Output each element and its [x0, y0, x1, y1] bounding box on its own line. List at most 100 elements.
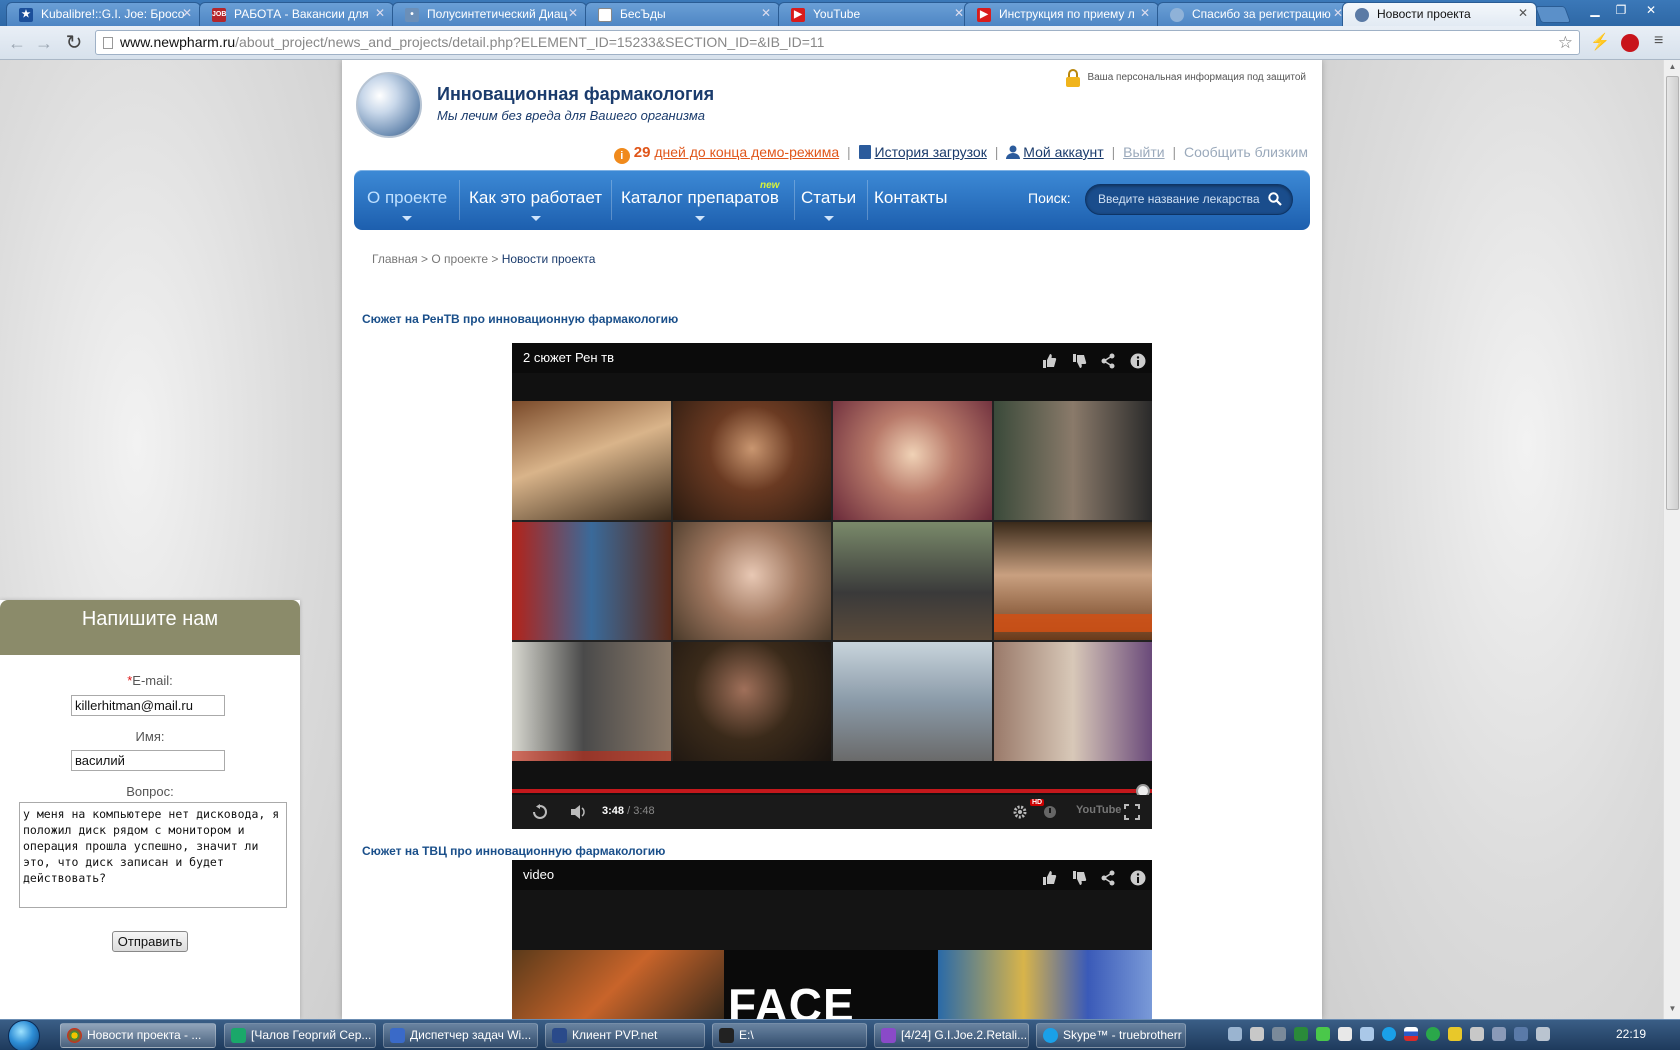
- nav-item-about[interactable]: О проекте: [367, 188, 447, 221]
- browser-tab[interactable]: БесЪды ✕: [585, 2, 780, 26]
- video-thumbnail[interactable]: [672, 521, 831, 641]
- lightning-extension-icon[interactable]: ⚡: [1590, 32, 1610, 52]
- name-field[interactable]: василий: [71, 750, 225, 771]
- youtube-logo-icon[interactable]: YouTube: [1076, 804, 1121, 816]
- video-thumbnail[interactable]: [672, 401, 831, 520]
- download-history-link[interactable]: История загрузок: [875, 144, 987, 160]
- player-title[interactable]: 2 сюжет Рен тв: [523, 350, 614, 365]
- close-tab-icon[interactable]: ✕: [568, 6, 578, 20]
- taskbar-item[interactable]: E:\: [712, 1023, 867, 1048]
- thumbs-up-icon[interactable]: [1041, 867, 1057, 885]
- annotations-icon[interactable]: [1042, 804, 1058, 820]
- email-field[interactable]: killerhitman@mail.ru: [71, 695, 225, 716]
- player-title[interactable]: video: [523, 867, 554, 882]
- video-thumbnail[interactable]: [993, 521, 1152, 641]
- info-icon[interactable]: [1130, 350, 1146, 369]
- video-thumbnail[interactable]: [512, 401, 671, 520]
- scroll-up-icon[interactable]: ▲: [1667, 62, 1678, 71]
- scroll-down-icon[interactable]: ▼: [1667, 1004, 1678, 1013]
- scrollbar-thumb[interactable]: [1666, 76, 1679, 510]
- antivirus-icon[interactable]: [1294, 1027, 1308, 1041]
- forward-arrow-icon[interactable]: →: [33, 32, 55, 54]
- thumbs-up-icon[interactable]: [1041, 350, 1057, 368]
- page-scrollbar[interactable]: ▲ ▼: [1663, 60, 1680, 1019]
- close-tab-icon[interactable]: ✕: [1518, 6, 1528, 20]
- fullscreen-icon[interactable]: [1124, 804, 1140, 820]
- video-player[interactable]: video FACE: [512, 860, 1152, 1019]
- close-window-icon[interactable]: ✕: [1640, 2, 1662, 20]
- close-tab-icon[interactable]: ✕: [954, 6, 964, 20]
- nav-item-contacts[interactable]: Контакты: [874, 188, 947, 208]
- close-tab-icon[interactable]: ✕: [375, 6, 385, 20]
- nav-item-articles[interactable]: Статьи: [801, 188, 856, 221]
- close-tab-icon[interactable]: ✕: [761, 6, 771, 20]
- share-icon[interactable]: [1100, 867, 1116, 886]
- taskbar-clock[interactable]: 22:19: [1616, 1027, 1646, 1041]
- my-account-link[interactable]: Мой аккаунт: [1023, 144, 1103, 160]
- language-flag-icon[interactable]: [1404, 1027, 1418, 1041]
- eye-icon[interactable]: [1470, 1027, 1484, 1041]
- info-icon[interactable]: [1130, 867, 1146, 886]
- taskbar-item[interactable]: Диспетчер задач Wi...: [383, 1023, 538, 1048]
- site-logo-globe-icon[interactable]: [356, 72, 422, 138]
- back-arrow-icon[interactable]: ←: [6, 32, 28, 54]
- tool-icon[interactable]: [1250, 1027, 1264, 1041]
- taskbar-item[interactable]: Клиент PVP.net: [545, 1023, 705, 1048]
- video-thumbnail[interactable]: [993, 401, 1152, 520]
- taskbar-item[interactable]: Skype™ - truebrotherr: [1036, 1023, 1186, 1048]
- video-thumbnail[interactable]: [938, 950, 1152, 1019]
- arrow-tray-icon[interactable]: [1492, 1027, 1506, 1041]
- address-bar[interactable]: www.newpharm.ru/about_project/news_and_p…: [95, 30, 1580, 55]
- video-thumbnail[interactable]: FACE: [724, 950, 938, 1019]
- show-hidden-icon[interactable]: [1536, 1027, 1550, 1041]
- video-progress-bar[interactable]: [512, 784, 1152, 798]
- restore-icon[interactable]: ❐: [1610, 2, 1632, 20]
- video-thumbnail[interactable]: [833, 521, 992, 641]
- replay-icon[interactable]: [532, 804, 548, 820]
- thumbs-down-icon[interactable]: [1071, 350, 1087, 368]
- volume-tray-icon[interactable]: [1338, 1027, 1352, 1041]
- app-tray-icon[interactable]: [1514, 1027, 1528, 1041]
- browser-tab[interactable]: ▶ Инструкция по приему л ✕: [964, 2, 1159, 26]
- logout-link[interactable]: Выйти: [1123, 144, 1164, 160]
- close-tab-icon[interactable]: ✕: [1140, 6, 1150, 20]
- video-thumbnail[interactable]: [512, 642, 671, 761]
- browser-tab[interactable]: • Полусинтетический Диац ✕: [392, 2, 587, 26]
- minimize-icon[interactable]: ▁: [1584, 2, 1606, 20]
- demo-mode-link[interactable]: дней до конца демо-режима: [654, 144, 839, 160]
- close-tab-icon[interactable]: ✕: [182, 6, 192, 20]
- network-icon[interactable]: [1360, 1027, 1374, 1041]
- search-icon[interactable]: [1268, 192, 1282, 206]
- volume-icon[interactable]: [570, 804, 586, 820]
- video-thumbnail[interactable]: [512, 950, 724, 1019]
- bookmark-star-icon[interactable]: ☆: [1558, 31, 1573, 54]
- status-icon[interactable]: [1426, 1027, 1440, 1041]
- browser-tab[interactable]: Спасибо за регистрацию ✕: [1157, 2, 1352, 26]
- start-button[interactable]: [8, 1020, 40, 1050]
- utorrent-icon[interactable]: [1316, 1027, 1330, 1041]
- tell-friends-link[interactable]: Сообщить близким: [1184, 144, 1308, 160]
- site-title[interactable]: Инновационная фармакология: [437, 84, 714, 105]
- video-player[interactable]: 2 сюжет Рен тв 3:48 / 3:48 HD YouTube: [512, 343, 1152, 829]
- browser-tab[interactable]: ▶ YouTube ✕: [778, 2, 973, 26]
- settings-gear-icon[interactable]: [1012, 804, 1028, 820]
- browser-tab[interactable]: JOB РАБОТА - Вакансии для ✕: [199, 2, 394, 26]
- video-thumbnail[interactable]: [833, 401, 992, 520]
- skype-tray-icon[interactable]: [1382, 1027, 1396, 1041]
- taskbar-item[interactable]: Новости проекта - ...: [60, 1023, 216, 1048]
- adblock-extension-icon[interactable]: [1621, 34, 1639, 52]
- nav-item-catalog[interactable]: Каталог препаратов: [621, 188, 779, 221]
- video-thumbnail[interactable]: [672, 642, 831, 761]
- taskbar-item[interactable]: [Чалов Георгий Сер...: [224, 1023, 376, 1048]
- nav-item-how-it-works[interactable]: Как это работает: [469, 188, 602, 221]
- share-icon[interactable]: [1100, 350, 1116, 369]
- menu-wrench-icon[interactable]: ≡: [1654, 32, 1663, 50]
- browser-tab-active[interactable]: Новости проекта ✕: [1342, 2, 1537, 26]
- breadcrumb-about-link[interactable]: О проекте: [431, 252, 488, 266]
- reload-icon[interactable]: ↻: [63, 32, 85, 54]
- video-thumbnail[interactable]: [833, 642, 992, 761]
- folder-icon[interactable]: [1448, 1027, 1462, 1041]
- steam-icon[interactable]: [1228, 1027, 1242, 1041]
- browser-tab[interactable]: ★ Kubalibre!::G.I. Joe: Бросо ✕: [6, 2, 201, 26]
- submit-button[interactable]: Отправить: [112, 931, 188, 952]
